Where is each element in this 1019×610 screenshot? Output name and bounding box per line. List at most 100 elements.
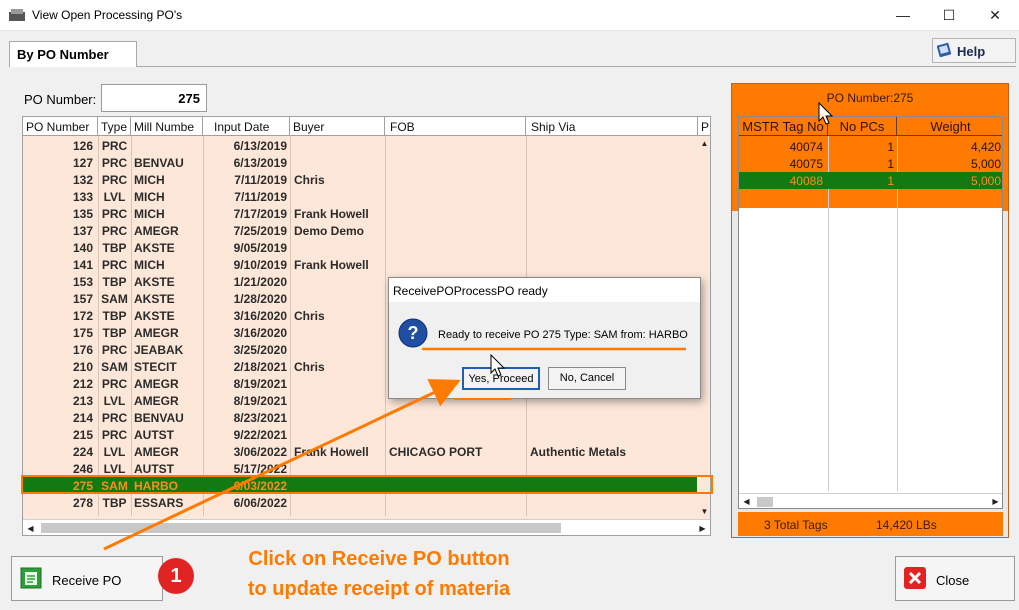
table-row[interactable]: 133LVLMICH7/11/2019A xyxy=(23,188,710,205)
tags-grid-horizontal-scrollbar[interactable]: ◀ ▶ xyxy=(739,493,1002,508)
table-cell: LVL xyxy=(103,462,126,476)
table-cell: PRC xyxy=(101,139,128,153)
table-cell: 246 xyxy=(72,462,93,476)
dialog-message: Ready to receive PO 275 Type: SAM from: … xyxy=(438,329,688,341)
table-cell: PRC xyxy=(101,207,128,221)
tag-cell: 1 xyxy=(887,174,894,188)
table-cell: SAM xyxy=(101,360,128,374)
tags-grid: MSTR Tag No No PCs Weight 40074 1 4,420 400… xyxy=(738,116,1003,509)
table-row[interactable]: 214PRCBENVAU8/23/2021A xyxy=(23,409,710,426)
total-weight: 14,420 LBs xyxy=(876,518,937,532)
tag-row[interactable]: 40075 1 5,000 xyxy=(739,155,1002,172)
table-cell: SAM xyxy=(101,479,128,493)
table-cell: SAM xyxy=(101,292,128,306)
tag-cell: 5,000 xyxy=(970,157,1001,171)
table-cell: 5/17/2022 xyxy=(233,462,287,476)
table-cell: 275 xyxy=(72,479,93,493)
minimize-icon[interactable]: — xyxy=(880,0,926,31)
table-cell: 2/18/2021 xyxy=(233,360,287,374)
scrollbar-thumb[interactable] xyxy=(757,497,773,507)
table-cell: 215 xyxy=(72,428,93,442)
table-cell: ESSARS xyxy=(134,496,184,510)
table-cell: LVL xyxy=(103,190,126,204)
table-row[interactable]: 127PRCBENVAU6/13/2019A xyxy=(23,154,710,171)
table-cell: PRC xyxy=(101,411,128,425)
table-cell: 137 xyxy=(72,224,93,238)
col-ship-via[interactable]: Ship Via xyxy=(526,117,698,136)
po-grid-horizontal-scrollbar[interactable]: ◀ ▶ xyxy=(23,519,710,535)
table-cell: 1/28/2020 xyxy=(233,292,287,306)
table-cell: PRC xyxy=(101,343,128,357)
no-cancel-button[interactable]: No, Cancel xyxy=(548,367,626,390)
po-number-label: PO Number: xyxy=(24,92,97,107)
scrollbar-thumb[interactable] xyxy=(41,523,561,533)
table-cell: LVL xyxy=(103,445,126,459)
table-cell: 176 xyxy=(72,343,93,357)
table-cell: MICH xyxy=(134,173,165,187)
scroll-left-icon[interactable]: ◀ xyxy=(739,494,754,508)
table-cell: 126 xyxy=(72,139,93,153)
table-cell: AMEGR xyxy=(134,445,179,459)
table-row[interactable]: 278TBPESSARS6/06/2022A xyxy=(23,494,710,511)
table-cell: 175 xyxy=(72,326,93,340)
table-cell: 127 xyxy=(72,156,93,170)
question-icon: ? xyxy=(398,318,428,348)
table-cell: 7/11/2019 xyxy=(234,173,287,187)
instruction-line-1: Click on Receive PO button xyxy=(248,548,510,570)
maximize-icon[interactable]: ☐ xyxy=(926,0,972,31)
table-cell: AMEGR xyxy=(134,377,179,391)
table-row[interactable]: 215PRCAUTST9/22/2021A xyxy=(23,426,710,443)
yes-proceed-button[interactable]: Yes, Proceed xyxy=(462,367,540,390)
table-cell: PRC xyxy=(101,173,128,187)
table-cell: PRC xyxy=(101,258,128,272)
col-buyer[interactable]: Buyer xyxy=(290,117,385,136)
table-cell: BENVAU xyxy=(134,411,184,425)
instruction-line-2: to update receipt of materia xyxy=(247,578,511,600)
close-x-icon xyxy=(904,567,926,589)
table-cell: Chris xyxy=(294,360,325,374)
tag-cell: 40075 xyxy=(789,157,823,171)
table-cell: 3/16/2020 xyxy=(233,309,287,323)
col-fob[interactable]: FOB xyxy=(385,117,526,136)
col-type[interactable]: Type xyxy=(98,117,131,136)
scroll-right-icon[interactable]: ▶ xyxy=(988,494,1002,508)
col-input-date[interactable]: Input Date xyxy=(203,117,290,136)
scroll-down-icon[interactable]: ▼ xyxy=(697,504,710,519)
scroll-left-icon[interactable]: ◀ xyxy=(23,521,38,535)
table-cell: AKSTE xyxy=(134,275,175,289)
table-row[interactable]: 137PRCAMEGR7/25/2019Demo DemoA xyxy=(23,222,710,239)
table-cell: PRC xyxy=(101,377,128,391)
col-no-pcs[interactable]: No PCs xyxy=(828,117,897,136)
table-cell: HARBO xyxy=(134,479,178,493)
table-cell: 214 xyxy=(72,411,93,425)
table-row[interactable]: 132PRCMICH7/11/2019ChrisA xyxy=(23,171,710,188)
tab-by-po-number[interactable]: By PO Number xyxy=(9,41,137,67)
table-cell: 3/25/2020 xyxy=(233,343,287,357)
table-cell: LVL xyxy=(103,394,126,408)
table-cell: 210 xyxy=(72,360,93,374)
scroll-up-icon[interactable]: ▲ xyxy=(697,136,710,151)
tag-row[interactable]: 40074 1 4,420 xyxy=(739,138,1002,155)
table-cell: 7/17/2019 xyxy=(233,207,287,221)
tag-row[interactable]: 40088 1 5,000 xyxy=(739,172,1002,189)
col-p[interactable]: P xyxy=(698,117,710,136)
table-cell: MICH xyxy=(134,207,165,221)
step-badge: 1 xyxy=(158,558,194,594)
table-row[interactable]: 126PRC6/13/2019A xyxy=(23,137,710,154)
table-row[interactable]: 275SAMHARBO6/03/2022A xyxy=(23,477,710,494)
table-cell: PRC xyxy=(101,224,128,238)
table-cell: 7/11/2019 xyxy=(234,190,287,204)
table-row[interactable]: 224 LVL AMEGR 3/06/2022 Frank Howell CHICAGO … xyxy=(23,443,710,460)
scroll-right-icon[interactable]: ▶ xyxy=(695,521,710,535)
table-row[interactable]: 140TBPAKSTE9/05/2019A xyxy=(23,239,710,256)
col-mill-number[interactable]: Mill Numbe xyxy=(131,117,203,136)
table-cell: TBP xyxy=(102,275,127,289)
close-window-icon[interactable]: ✕ xyxy=(972,0,1018,31)
col-weight[interactable]: Weight xyxy=(897,117,1002,136)
col-mstr-tag-no[interactable]: MSTR Tag No xyxy=(739,117,828,136)
col-po-number[interactable]: PO Number xyxy=(23,117,98,136)
table-row[interactable]: 135PRCMICH7/17/2019Frank HowellA xyxy=(23,205,710,222)
table-row[interactable]: 141PRCMICH9/10/2019Frank HowellA xyxy=(23,256,710,273)
table-row[interactable]: 246LVLAUTST5/17/2022A xyxy=(23,460,710,477)
po-number-input[interactable]: 275 xyxy=(101,84,207,112)
